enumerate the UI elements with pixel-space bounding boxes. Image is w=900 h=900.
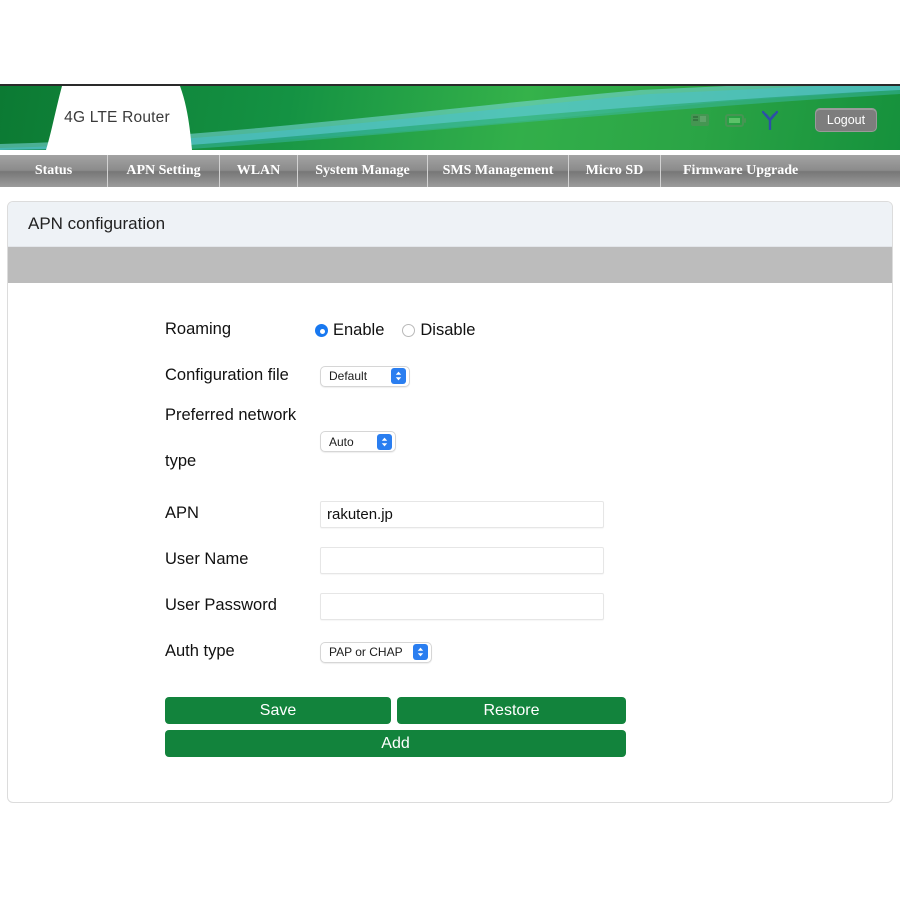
form-actions-row-2: Add — [165, 730, 892, 757]
configuration-file-label: Configuration file — [165, 366, 289, 385]
signal-antenna-icon — [761, 110, 779, 135]
preferred-network-type-value: Auto — [329, 434, 354, 449]
panel-sub-bar — [8, 247, 892, 283]
form-actions: Save Restore Add — [8, 675, 892, 757]
radio-selected-icon[interactable] — [315, 323, 328, 337]
preferred-network-type-select[interactable]: Auto — [320, 431, 396, 452]
nav-tab-status[interactable]: Status — [0, 155, 108, 187]
auth-type-value: PAP or CHAP — [329, 645, 403, 659]
apn-input[interactable] — [320, 500, 604, 528]
preferred-network-type-label-line1: Preferred network — [165, 406, 297, 424]
user-name-row: User Name — [8, 537, 892, 583]
chevron-updown-icon — [391, 368, 406, 384]
roaming-label: Roaming — [165, 320, 232, 339]
roaming-disable-option[interactable]: Disable — [402, 321, 475, 340]
configuration-file-value: Default — [329, 369, 368, 383]
user-password-label: User Password — [165, 596, 277, 615]
chevron-updown-icon — [412, 644, 428, 660]
apn-configuration-form: Roaming Enable Disable Configuration fil… — [8, 283, 892, 757]
restore-button[interactable]: Restore — [397, 697, 626, 724]
preferred-network-type-row: Preferred network type Auto — [8, 399, 892, 491]
auth-type-row: Auth type PAP or CHAP — [8, 629, 892, 675]
nav-tab-sms-management[interactable]: SMS Management — [428, 155, 569, 187]
auth-type-label: Auth type — [165, 642, 235, 661]
configuration-file-select[interactable]: Default — [320, 365, 410, 387]
roaming-disable-label: Disable — [420, 320, 476, 339]
main-navigation: Status APN Setting WLAN System Manage SM… — [0, 155, 900, 187]
user-name-label: User Name — [165, 550, 249, 569]
apn-label: APN — [165, 504, 199, 523]
save-button[interactable]: Save — [165, 697, 391, 724]
form-actions-row-1: Save Restore — [165, 697, 892, 724]
user-password-input[interactable] — [320, 592, 604, 620]
roaming-row: Roaming Enable Disable — [8, 307, 892, 353]
roaming-radio-group: Enable Disable — [315, 321, 475, 340]
logo-text: 4G LTE Router — [64, 109, 170, 126]
roaming-enable-option[interactable]: Enable — [315, 321, 384, 340]
sd-card-icon — [690, 112, 710, 133]
nav-tab-wlan[interactable]: WLAN — [220, 155, 298, 187]
nav-tab-system-manage[interactable]: System Manage — [298, 155, 428, 187]
user-password-row: User Password — [8, 583, 892, 629]
add-button[interactable]: Add — [165, 730, 626, 757]
auth-type-select[interactable]: PAP or CHAP — [320, 641, 432, 663]
roaming-enable-label: Enable — [333, 320, 385, 339]
radio-unselected-icon[interactable] — [402, 323, 416, 337]
nav-tab-micro-sd[interactable]: Micro SD — [569, 155, 661, 187]
status-icon-group — [690, 110, 779, 135]
logout-button[interactable]: Logout — [815, 108, 877, 132]
user-name-input[interactable] — [320, 546, 604, 574]
page-title: APN configuration — [8, 202, 892, 247]
chevron-updown-icon — [377, 433, 392, 450]
nav-tab-firmware-upgrade[interactable]: Firmware Upgrade — [661, 155, 900, 187]
battery-icon — [725, 113, 747, 133]
preferred-network-type-label-line2: type — [165, 452, 197, 470]
content-panel: APN configuration Roaming Enable Disable — [7, 201, 893, 803]
nav-tab-apn-setting[interactable]: APN Setting — [108, 155, 220, 187]
configuration-file-row: Configuration file Default — [8, 353, 892, 399]
apn-row: APN — [8, 491, 892, 537]
router-admin-page: 4G LTE Router Logout Status APN Setting … — [0, 0, 900, 900]
